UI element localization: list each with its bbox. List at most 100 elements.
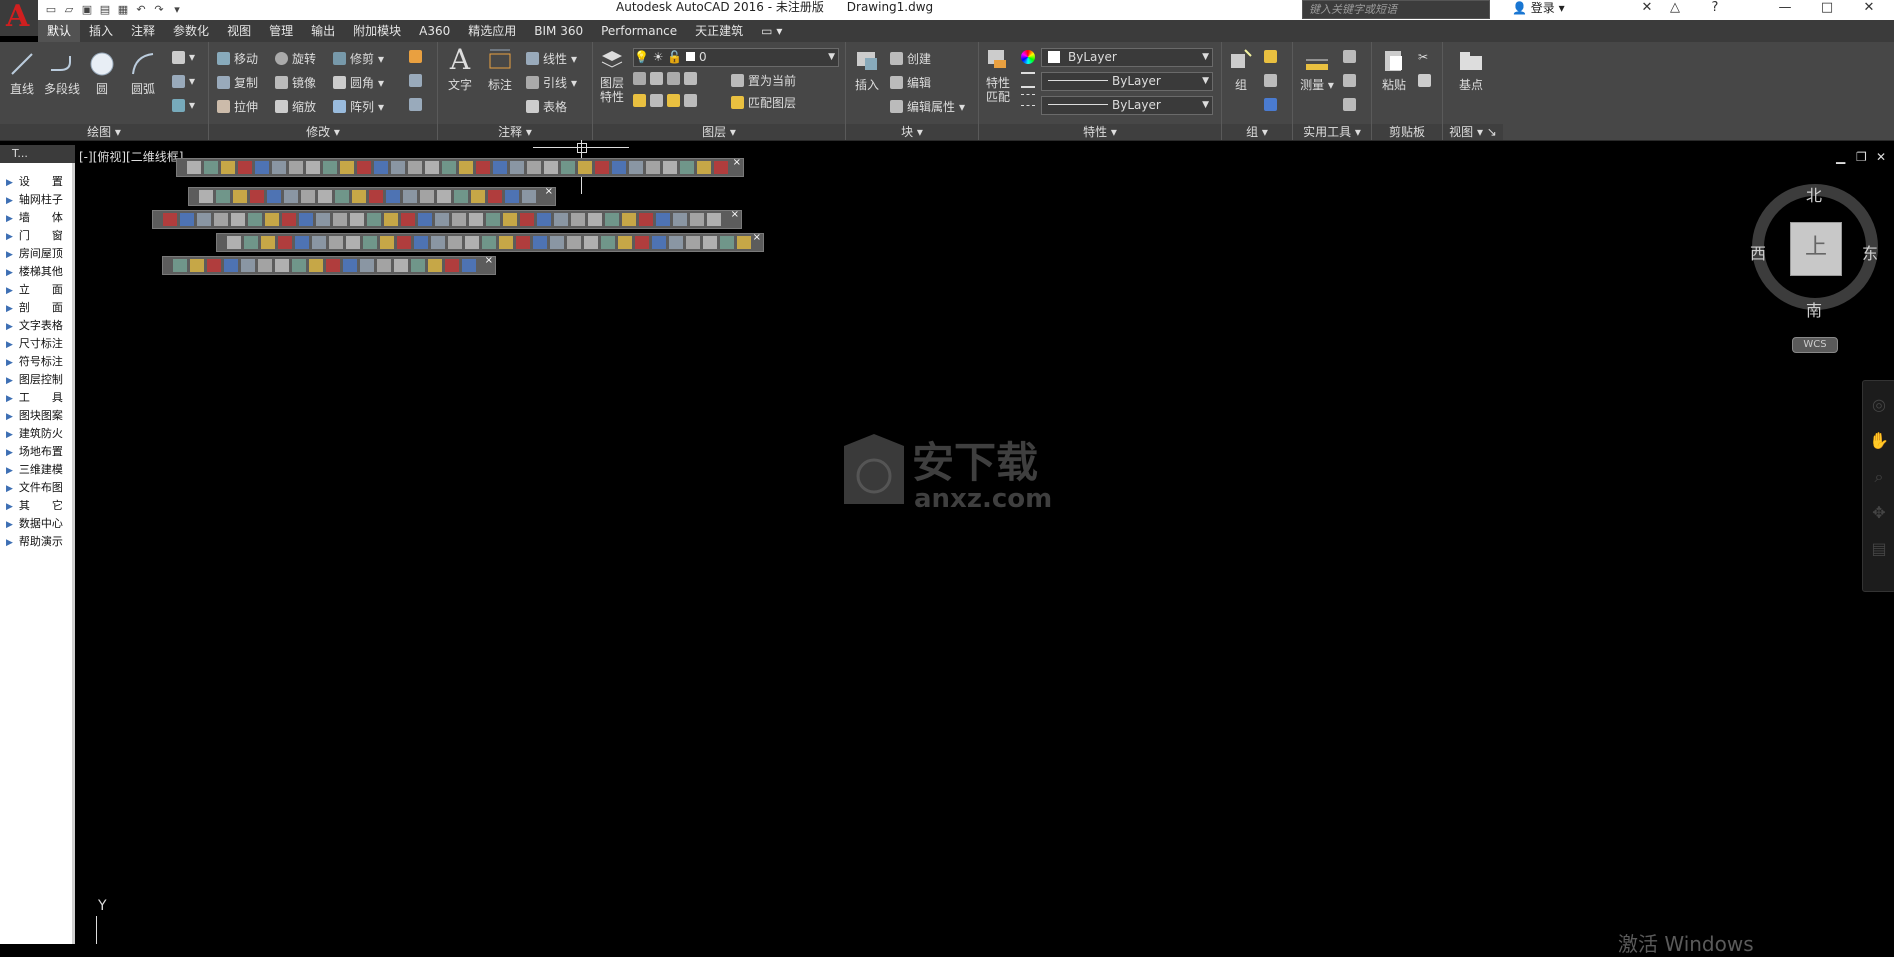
toolbar-tool-icon[interactable] — [707, 213, 721, 226]
toolbar-tool-icon[interactable] — [265, 213, 279, 226]
base-view-button[interactable]: 基点 — [1451, 46, 1491, 93]
save-icon[interactable]: ▣ — [80, 3, 94, 17]
toolbar-tool-icon[interactable] — [233, 190, 247, 203]
toolbar-tool-icon[interactable] — [250, 190, 264, 203]
palette-item[interactable]: ▶ 房间屋顶 — [0, 245, 75, 263]
toolbar-tool-icon[interactable] — [384, 213, 398, 226]
expand-triangle-icon[interactable]: ▶ — [6, 448, 13, 458]
properties-panel-label[interactable]: 特性 ▾ — [979, 124, 1221, 140]
layer-tools-row2[interactable] — [633, 94, 697, 107]
toolbar-tool-icon[interactable] — [420, 190, 434, 203]
toolbar-tool-icon[interactable] — [408, 161, 422, 174]
toolbar-tool-icon[interactable] — [550, 236, 564, 249]
offset-icon[interactable] — [409, 98, 422, 111]
groups-panel-label[interactable]: 组 ▾ — [1222, 124, 1292, 140]
toolbar-tool-icon[interactable] — [595, 161, 609, 174]
cut-icon[interactable]: ✂ — [1418, 50, 1428, 64]
toolbar-tool-icon[interactable] — [554, 213, 568, 226]
steering-wheel-icon[interactable]: ◎ — [1868, 395, 1890, 417]
toolbar-tool-icon[interactable] — [493, 161, 507, 174]
stretch-button[interactable]: 拉伸 — [217, 98, 258, 115]
wcs-menu[interactable]: WCS — [1792, 337, 1838, 353]
viewport-close-icon[interactable]: ✕ — [1876, 150, 1886, 164]
expand-triangle-icon[interactable]: ▶ — [6, 250, 13, 260]
modify-panel-label[interactable]: 修改 ▾ — [209, 124, 437, 140]
palette-item[interactable]: ▶ 剖 面 — [0, 299, 75, 317]
expand-triangle-icon[interactable]: ▶ — [6, 340, 13, 350]
toolbar-tool-icon[interactable] — [639, 213, 653, 226]
application-menu-button[interactable]: A — [0, 0, 38, 36]
polyline-button[interactable]: 多段线 — [40, 50, 84, 97]
viewcube-top-face[interactable]: 上 — [1790, 222, 1842, 276]
layers-panel-label[interactable]: 图层 ▾ — [593, 124, 845, 140]
redo-icon[interactable]: ↷ — [152, 3, 166, 17]
palette-item[interactable]: ▶ 尺寸标注 — [0, 335, 75, 353]
edit-block-button[interactable]: 编辑 — [890, 74, 931, 91]
toolbar-tool-icon[interactable] — [216, 190, 230, 203]
toolbar-tool-icon[interactable] — [428, 259, 442, 272]
view-panel-label[interactable]: 视图 ▾ ↘ — [1443, 124, 1503, 140]
viewport-restore-icon[interactable]: ❐ — [1856, 150, 1867, 164]
toolbar-tool-icon[interactable] — [669, 236, 683, 249]
toolbar-tool-icon[interactable] — [561, 161, 575, 174]
toolbar-tool-icon[interactable] — [340, 161, 354, 174]
toolbar-tool-icon[interactable] — [278, 236, 292, 249]
layer-properties-button[interactable]: 图层 特性 — [597, 46, 627, 104]
toolbar-tool-icon[interactable] — [697, 161, 711, 174]
login-button[interactable]: 👤 登录 ▾ — [1512, 0, 1565, 18]
expand-triangle-icon[interactable]: ▶ — [6, 232, 13, 242]
toolbar-tool-icon[interactable] — [469, 213, 483, 226]
toolbar-tool-icon[interactable] — [510, 161, 524, 174]
toolbar-tool-icon[interactable] — [244, 236, 258, 249]
utilities-panel-label[interactable]: 实用工具 ▾ — [1293, 124, 1371, 140]
toolbar-tool-icon[interactable] — [282, 213, 296, 226]
expand-triangle-icon[interactable]: ▶ — [6, 520, 13, 530]
toolbar-tool-icon[interactable] — [323, 161, 337, 174]
copy-button[interactable]: 复制 — [217, 74, 258, 91]
toolbar-tool-icon[interactable] — [299, 213, 313, 226]
palette-item[interactable]: ▶ 图块图案 — [0, 407, 75, 425]
toolbar-tool-icon[interactable] — [703, 236, 717, 249]
toolbar-tool-icon[interactable] — [163, 213, 177, 226]
toolbar-tool-icon[interactable] — [401, 213, 415, 226]
color-wheel-icon[interactable] — [1021, 50, 1035, 64]
block-panel-label[interactable]: 块 ▾ — [846, 124, 978, 140]
viewport-minimize-icon[interactable]: ▁ — [1836, 150, 1845, 164]
toolbar-tool-icon[interactable] — [207, 259, 221, 272]
toolbar-tool-icon[interactable] — [663, 161, 677, 174]
toolbar-tool-icon[interactable] — [374, 161, 388, 174]
toolbar-tool-icon[interactable] — [333, 213, 347, 226]
tab-parametric[interactable]: 参数化 — [164, 20, 218, 42]
toolbar-tool-icon[interactable] — [204, 161, 218, 174]
toolbar-tool-icon[interactable] — [414, 236, 428, 249]
match-properties-button[interactable]: 特性 匹配 — [981, 46, 1015, 104]
toolbar-tool-icon[interactable] — [612, 161, 626, 174]
compass-west[interactable]: 西 — [1750, 240, 1766, 264]
mirror-button[interactable]: 镜像 — [275, 74, 316, 91]
tab-performance[interactable]: Performance — [592, 20, 686, 42]
toolbar-tool-icon[interactable] — [238, 161, 252, 174]
set-current-layer-button[interactable]: 置为当前 — [731, 72, 796, 89]
palette-item[interactable]: ▶ 图层控制 — [0, 371, 75, 389]
toolbar-tool-icon[interactable] — [488, 190, 502, 203]
tab-bim360[interactable]: BIM 360 — [525, 20, 592, 42]
ribbon-minimize-icon[interactable]: ▭ ▾ — [752, 20, 791, 42]
orbit-icon[interactable]: ✥ — [1868, 503, 1890, 525]
toolbar-tool-icon[interactable] — [397, 236, 411, 249]
toolbar-tool-icon[interactable] — [173, 259, 187, 272]
toolbar-tool-icon[interactable] — [499, 236, 513, 249]
toolbar-tool-icon[interactable] — [452, 213, 466, 226]
tab-tangent[interactable]: 天正建筑 — [686, 20, 752, 42]
expand-triangle-icon[interactable]: ▶ — [6, 214, 13, 224]
expand-triangle-icon[interactable]: ▶ — [6, 466, 13, 476]
toolbar-tool-icon[interactable] — [369, 190, 383, 203]
palette-item[interactable]: ▶ 墙 体 — [0, 209, 75, 227]
boundary-icon[interactable]: ▾ — [172, 98, 195, 112]
toolbar-tool-icon[interactable] — [656, 213, 670, 226]
ungroup-icon[interactable] — [1264, 50, 1277, 63]
explode-icon[interactable] — [409, 74, 422, 87]
expand-triangle-icon[interactable]: ▶ — [6, 538, 13, 548]
compass-north[interactable]: 北 — [1806, 182, 1822, 206]
line-button[interactable]: 直线 — [4, 50, 40, 97]
expand-triangle-icon[interactable]: ▶ — [6, 196, 13, 206]
